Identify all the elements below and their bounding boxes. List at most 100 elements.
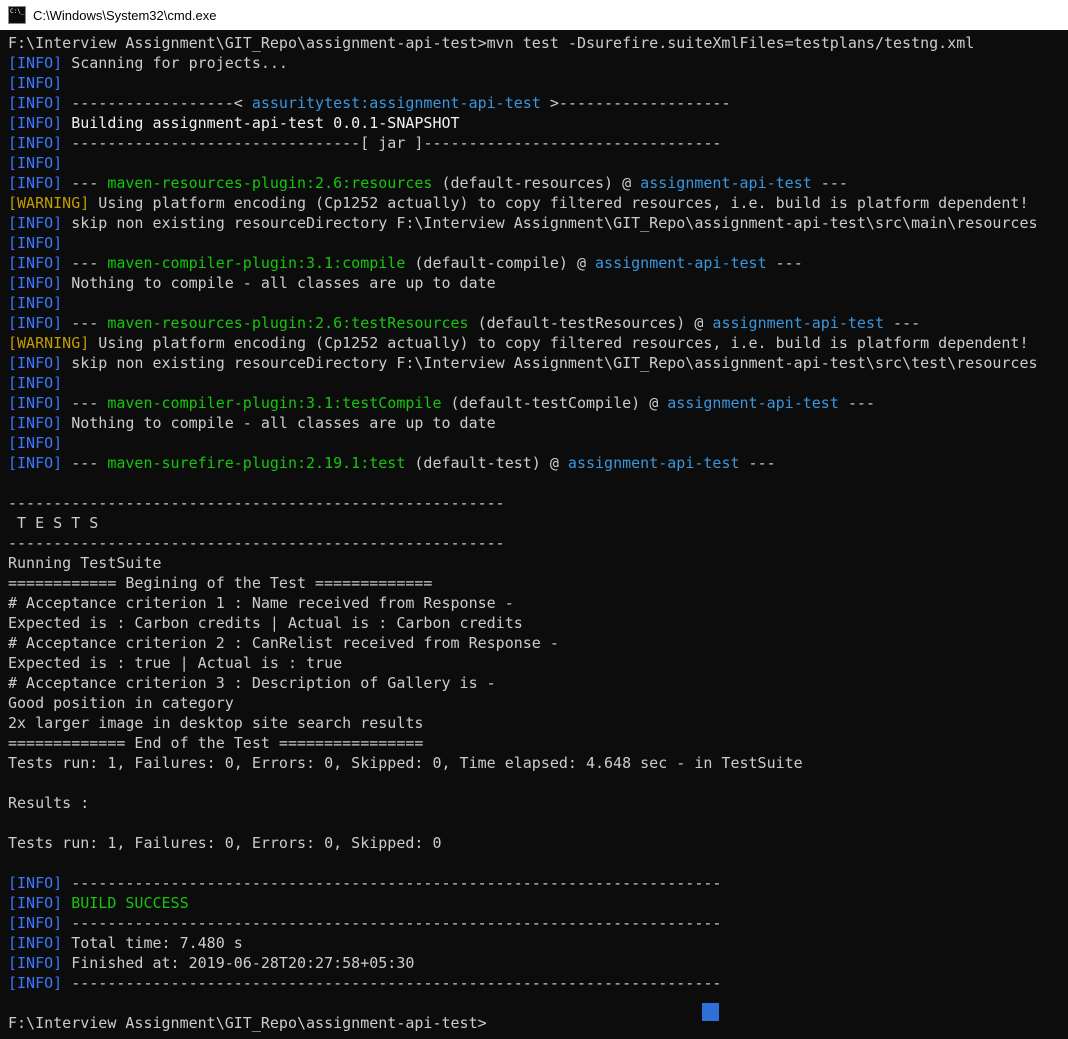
terminal-text-segment: assuritytest:assignment-api-test [251,94,541,112]
terminal-line: [INFO] ---------------------------------… [8,873,1068,893]
terminal-line: Results : [8,793,1068,813]
terminal-text-segment: --- [838,394,875,412]
terminal-line: [INFO] --- maven-surefire-plugin:2.19.1:… [8,453,1068,473]
terminal-line: [INFO] Scanning for projects... [8,53,1068,73]
terminal-text-segment: F:\Interview Assignment\GIT_Repo\assignm… [8,1014,487,1032]
terminal-text-segment: # Acceptance criterion 2 : CanRelist rec… [8,634,559,652]
terminal-text-segment: maven-resources-plugin:2.6:testResources [107,314,469,332]
terminal-text-segment: Running TestSuite [8,554,162,572]
terminal-line: Expected is : Carbon credits | Actual is… [8,613,1068,633]
terminal-text-segment: [INFO] [8,154,63,172]
terminal-text-segment: Expected is : Carbon credits | Actual is… [8,614,523,632]
terminal-text-segment: Tests run: 1, Failures: 0, Errors: 0, Sk… [8,834,442,852]
terminal-text-segment: --- [811,174,848,192]
terminal-text-segment: [INFO] [8,234,63,252]
terminal-line: 2x larger image in desktop site search r… [8,713,1068,733]
terminal-line: # Acceptance criterion 3 : Description o… [8,673,1068,693]
terminal-text-segment: [INFO] [8,74,63,92]
terminal-text-segment: --- [62,394,108,412]
terminal-text-segment: [INFO] [8,374,63,392]
terminal-text-segment: Tests run: 1, Failures: 0, Errors: 0, Sk… [8,754,803,772]
terminal-line: Running TestSuite [8,553,1068,573]
terminal-text-segment: # Acceptance criterion 1 : Name received… [8,594,514,612]
terminal-text-segment: [INFO] [8,254,63,272]
terminal-line: [INFO] Building assignment-api-test 0.0.… [8,113,1068,133]
terminal-text-segment: [INFO] [8,394,63,412]
terminal-line: [INFO] [8,293,1068,313]
terminal-text-segment: [INFO] [8,294,63,312]
terminal-output[interactable]: F:\Interview Assignment\GIT_Repo\assignm… [0,30,1068,1033]
terminal-text-segment: (default-test) @ [405,454,568,472]
terminal-line: [INFO] Nothing to compile - all classes … [8,273,1068,293]
terminal-text-segment: # Acceptance criterion 3 : Description o… [8,674,496,692]
terminal-text-segment: Good position in category [8,694,234,712]
terminal-line: ============= End of the Test ==========… [8,733,1068,753]
terminal-line: [INFO] [8,153,1068,173]
terminal-text-segment: [INFO] [8,134,63,152]
terminal-text-segment: ------------------< [62,94,252,112]
terminal-text-segment: [INFO] [8,354,63,372]
terminal-text-segment: Nothing to compile - all classes are up … [62,274,496,292]
terminal-text-segment: ============= End of the Test ==========… [8,734,424,752]
terminal-line: ============ Begining of the Test ======… [8,573,1068,593]
terminal-text-segment: --------------------------------[ jar ]-… [62,134,722,152]
terminal-line: [INFO] --- maven-resources-plugin:2.6:re… [8,173,1068,193]
terminal-text-segment: assignment-api-test [712,314,885,332]
terminal-line: [INFO] skip non existing resourceDirecto… [8,213,1068,233]
terminal-text-segment: maven-resources-plugin:2.6:resources [107,174,433,192]
titlebar[interactable]: C:\Windows\System32\cmd.exe [0,0,1068,30]
terminal-line: Tests run: 1, Failures: 0, Errors: 0, Sk… [8,753,1068,773]
terminal-text-segment: [INFO] [8,874,63,892]
terminal-text-segment: [INFO] [8,954,63,972]
terminal-text-segment: 2x larger image in desktop site search r… [8,714,424,732]
terminal-text-segment: (default-compile) @ [405,254,596,272]
terminal-text-segment: [INFO] [8,894,63,912]
terminal-line: [INFO] Nothing to compile - all classes … [8,413,1068,433]
terminal-text-segment: Total time: 7.480 s [62,934,243,952]
terminal-text-segment: [WARNING] [8,334,90,352]
terminal-text-segment: Results : [8,794,90,812]
terminal-text-segment: --- [62,174,108,192]
terminal-text-segment: ----------------------------------------… [8,534,505,552]
terminal-line: [INFO] [8,73,1068,93]
terminal-text-segment: [INFO] [8,174,63,192]
cmd-icon[interactable] [8,6,26,24]
terminal-line: [INFO] [8,233,1068,253]
terminal-line: [INFO] --- maven-compiler-plugin:3.1:com… [8,253,1068,273]
terminal-text-segment: maven-compiler-plugin:3.1:testCompile [107,394,442,412]
terminal-text-segment: skip non existing resourceDirectory F:\I… [62,214,1038,232]
terminal-line: [INFO] ---------------------------------… [8,973,1068,993]
terminal-text-segment: --- [62,254,108,272]
terminal-line: [INFO] skip non existing resourceDirecto… [8,353,1068,373]
terminal-line: Expected is : true | Actual is : true [8,653,1068,673]
terminal-text-segment: T E S T S [8,514,99,532]
terminal-line: [INFO] [8,433,1068,453]
terminal-text-segment: Expected is : true | Actual is : true [8,654,343,672]
terminal-text-segment: [INFO] [8,414,63,432]
terminal-text-segment: [INFO] [8,114,63,132]
terminal-text-segment: Using platform encoding (Cp1252 actually… [89,334,1029,352]
terminal-line: T E S T S [8,513,1068,533]
terminal-line: # Acceptance criterion 1 : Name received… [8,593,1068,613]
terminal-line: [INFO] ------------------< assuritytest:… [8,93,1068,113]
terminal-text-segment: (default-testResources) @ [468,314,713,332]
terminal-text-segment: [INFO] [8,94,63,112]
terminal-text-segment: [INFO] [8,314,63,332]
terminal-text-segment: maven-compiler-plugin:3.1:compile [107,254,406,272]
terminal-text-segment: --- [766,254,803,272]
terminal-line: [INFO] ---------------------------------… [8,913,1068,933]
terminal-text-segment: ----------------------------------------… [62,874,722,892]
terminal-line: [INFO] --------------------------------[… [8,133,1068,153]
terminal-line: Tests run: 1, Failures: 0, Errors: 0, Sk… [8,833,1068,853]
terminal-line: [INFO] Finished at: 2019-06-28T20:27:58+… [8,953,1068,973]
terminal-line: [INFO] Total time: 7.480 s [8,933,1068,953]
terminal-text-segment: ----------------------------------------… [62,914,722,932]
terminal-text-segment: (default-testCompile) @ [441,394,668,412]
terminal-line: [INFO] --- maven-resources-plugin:2.6:te… [8,313,1068,333]
terminal-line: [INFO] --- maven-compiler-plugin:3.1:tes… [8,393,1068,413]
